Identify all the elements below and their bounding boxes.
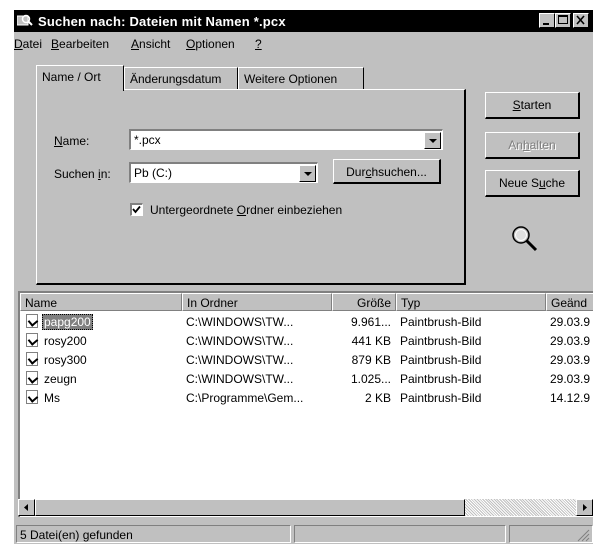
maximize-button[interactable]: [555, 13, 571, 28]
cell-size: 879 KB: [351, 353, 391, 367]
new-search-button[interactable]: Neue Suche: [485, 170, 580, 197]
title-bar[interactable]: Suchen nach: Dateien mit Namen *.pcx: [14, 10, 593, 32]
cell-name: rosy300: [44, 353, 87, 367]
table-row[interactable]: rosy200 C:\WINDOWS\TW... 441 KB Paintbru…: [20, 332, 593, 350]
scrollbar-thumb[interactable]: [35, 499, 465, 516]
tab-aenderungsdatum[interactable]: Änderungsdatum: [124, 67, 238, 89]
minimize-button[interactable]: [539, 13, 555, 28]
close-button[interactable]: [573, 13, 589, 28]
menu-datei[interactable]: Datei: [14, 37, 42, 51]
cell-type: Paintbrush-Bild: [400, 353, 482, 367]
cell-size: 9.961...: [350, 315, 391, 329]
menu-ansicht[interactable]: Ansicht: [131, 37, 170, 51]
scroll-left-button[interactable]: [18, 499, 35, 516]
table-row[interactable]: Ms C:\Programme\Gem... 2 KB Paintbrush-B…: [20, 389, 593, 407]
paintbrush-file-icon: [26, 390, 38, 404]
cell-modified: 29.03.9: [550, 372, 591, 386]
menu-optionen[interactable]: Optionen: [186, 37, 235, 51]
magnifier-icon: [512, 226, 538, 252]
paintbrush-file-icon: [26, 333, 38, 347]
horizontal-scrollbar[interactable]: [18, 499, 593, 516]
search-icon: [17, 14, 33, 26]
cell-folder: C:\WINDOWS\TW...: [186, 372, 294, 386]
paintbrush-file-icon: [26, 371, 38, 385]
cell-folder: C:\Programme\Gem...: [186, 391, 304, 405]
tab-panel: Name: *.pcx Suchen in: Pb (C:) Durchsuch…: [36, 89, 466, 285]
subfolders-label[interactable]: Untergeordnete Ordner einbeziehen: [150, 203, 342, 217]
paintbrush-file-icon: [26, 314, 38, 328]
tab-name-ort[interactable]: Name / Ort: [36, 65, 124, 91]
column-header-type[interactable]: Typ: [396, 293, 546, 311]
status-panel: [294, 525, 506, 543]
name-input[interactable]: *.pcx: [134, 133, 161, 147]
stop-button[interactable]: Anhalten: [485, 132, 580, 159]
paintbrush-file-icon: [26, 352, 38, 366]
arrow-right-icon: [583, 504, 587, 511]
cell-folder: C:\WINDOWS\TW...: [186, 315, 294, 329]
cell-name: papg200: [42, 314, 93, 330]
checkmark-icon: [132, 205, 141, 214]
lookin-label: Suchen in:: [54, 167, 111, 181]
cell-name: Ms: [44, 391, 60, 405]
scroll-right-button[interactable]: [576, 499, 593, 516]
cell-modified: 29.03.9: [550, 315, 591, 329]
cell-modified: 14.12.9: [550, 391, 591, 405]
results-list[interactable]: Name In Ordner Größe Typ Geänd papg200 C…: [18, 291, 593, 517]
name-dropdown-button[interactable]: [424, 132, 441, 149]
cell-name: rosy200: [44, 334, 87, 348]
menu-help[interactable]: ?: [255, 37, 262, 51]
cell-folder: C:\WINDOWS\TW...: [186, 334, 294, 348]
tab-weitere-optionen[interactable]: Weitere Optionen: [238, 67, 364, 89]
lookin-value: Pb (C:): [134, 166, 173, 180]
resize-grip-icon[interactable]: [576, 528, 590, 542]
column-header-modified[interactable]: Geänd: [546, 293, 593, 311]
cell-folder: C:\WINDOWS\TW...: [186, 353, 294, 367]
table-row[interactable]: zeugn C:\WINDOWS\TW... 1.025... Paintbru…: [20, 370, 593, 388]
name-label: Name:: [54, 134, 90, 148]
minimize-icon: [543, 23, 549, 25]
lookin-dropdown-button[interactable]: [299, 165, 316, 182]
table-row[interactable]: rosy300 C:\WINDOWS\TW... 879 KB Paintbru…: [20, 351, 593, 369]
cell-modified: 29.03.9: [550, 353, 591, 367]
lookin-combobox[interactable]: Pb (C:): [129, 162, 318, 183]
find-window: Suchen nach: Dateien mit Namen *.pcx Dat…: [14, 10, 593, 544]
status-panel-resize: [509, 525, 593, 543]
arrow-left-icon: [24, 504, 28, 511]
cell-modified: 29.03.9: [550, 334, 591, 348]
cell-size: 1.025...: [350, 372, 391, 386]
column-header-name[interactable]: Name: [20, 293, 182, 311]
subfolders-checkbox[interactable]: [130, 203, 143, 216]
cell-type: Paintbrush-Bild: [400, 334, 482, 348]
menu-bar: Datei Bearbeiten Ansicht Optionen ?: [14, 34, 593, 54]
close-icon: [576, 15, 585, 25]
cell-name: zeugn: [44, 372, 77, 386]
cell-type: Paintbrush-Bild: [400, 315, 482, 329]
window-title: Suchen nach: Dateien mit Namen *.pcx: [38, 14, 286, 29]
cell-type: Paintbrush-Bild: [400, 391, 482, 405]
cell-size: 2 KB: [364, 391, 391, 405]
column-header-folder[interactable]: In Ordner: [182, 293, 332, 311]
column-header-size[interactable]: Größe: [332, 293, 396, 311]
name-combobox[interactable]: *.pcx: [129, 129, 443, 150]
table-row[interactable]: papg200 C:\WINDOWS\TW... 9.961... Paintb…: [20, 313, 593, 331]
browse-button[interactable]: Durchsuchen...: [333, 159, 441, 184]
status-text: 5 Datei(en) gefunden: [16, 525, 291, 543]
start-button[interactable]: Starten: [485, 92, 580, 119]
status-bar: 5 Datei(en) gefunden: [14, 522, 593, 544]
menu-bearbeiten[interactable]: Bearbeiten: [51, 37, 109, 51]
cell-size: 441 KB: [351, 334, 391, 348]
maximize-icon: [558, 15, 568, 24]
cell-type: Paintbrush-Bild: [400, 372, 482, 386]
